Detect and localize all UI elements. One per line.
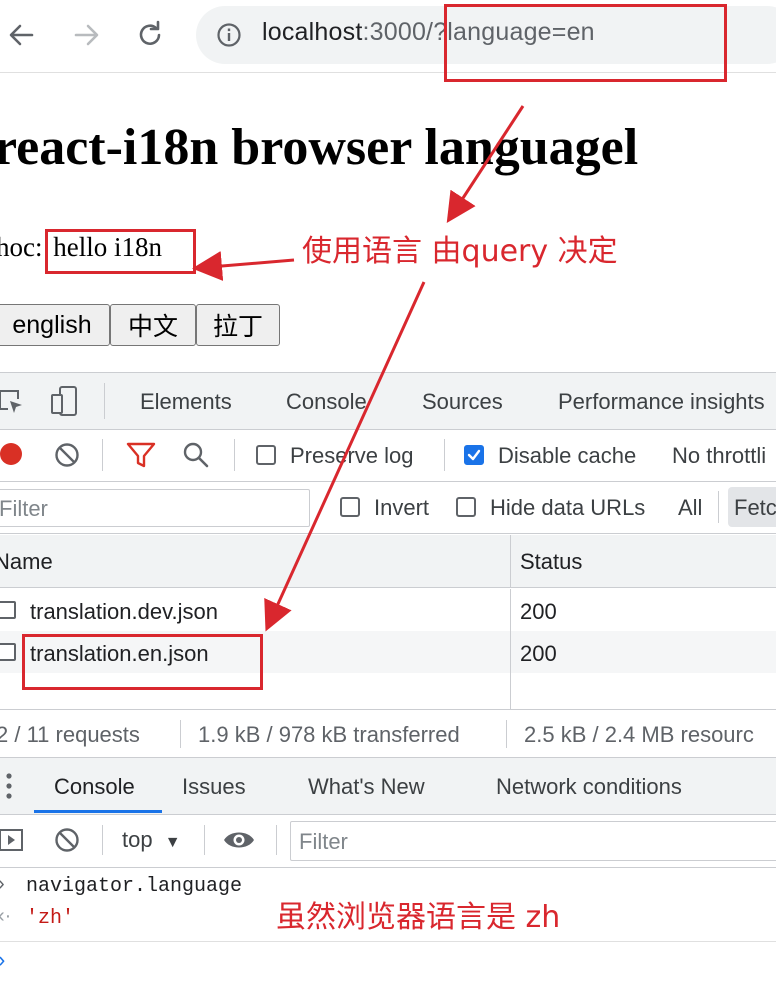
english-button[interactable]: english [0,304,110,346]
table-row[interactable]: translation.dev.json 200 [0,589,776,631]
network-filterbar: Filter Invert Hide data URLs All Fetc [0,481,776,534]
network-status-bar: 2 / 11 requests 1.9 kB / 978 kB transfer… [0,709,776,756]
clear-icon[interactable] [54,442,80,468]
preserve-log-label: Preserve log [290,443,414,468]
console-input-text: navigator.language [26,875,243,898]
url-host: localhost [262,18,363,46]
chinese-button[interactable]: 中文 [110,304,196,346]
resources-size: 2.5 kB / 2.4 MB resourc [524,722,754,747]
network-filter-input[interactable]: Filter [0,489,310,527]
hoc-text-highlight [45,229,196,274]
divider [104,383,105,419]
console-filter-input[interactable]: Filter [290,821,776,861]
drawer-tab-issues[interactable]: Issues [182,774,246,800]
disable-cache-label: Disable cache [498,443,637,468]
hide-data-urls-checkbox[interactable] [456,497,476,517]
transferred-size: 1.9 kB / 978 kB transferred [198,722,460,747]
forward-button[interactable] [68,16,106,54]
column-status[interactable]: Status [520,549,582,575]
devtools-tabbar: Elements Console Sources Performance ins… [0,373,776,430]
row-status: 200 [520,641,557,666]
page-heading: react-i18n browser languagel [0,119,639,176]
invert-label: Invert [374,495,430,520]
output-arrow-icon: ‹· [0,905,12,927]
prompt-chevron-icon: › [0,947,5,973]
divider [234,439,235,471]
invert-checkbox[interactable] [340,497,360,517]
reload-icon [139,20,161,45]
filter-funnel-icon[interactable] [126,441,156,469]
row-icon [0,601,16,619]
console-prompt-line[interactable]: › [0,943,776,983]
en-json-highlight [22,634,263,690]
tab-sources[interactable]: Sources [422,389,503,415]
arrow-left-icon [9,24,34,46]
column-name[interactable]: Name [0,549,53,575]
inspect-element-icon[interactable] [0,387,26,417]
column-divider [510,535,511,587]
divider [506,720,507,748]
device-toggle-icon[interactable] [48,385,80,417]
divider [444,439,445,471]
sidebar-toggle-icon[interactable] [0,827,24,853]
arrow-note-to-hoc [192,251,295,281]
info-icon[interactable] [216,22,242,48]
column-divider [510,631,511,673]
divider [180,720,181,748]
console-output-text: 'zh' [26,907,75,930]
requests-count: 2 / 11 requests [0,722,140,747]
column-divider [510,673,511,709]
filter-fetch-chip[interactable]: Fetc [728,487,776,527]
divider [276,825,277,855]
record-icon[interactable] [0,443,22,465]
context-select[interactable]: top ▼ [122,827,181,853]
column-divider [510,589,511,631]
row-status: 200 [520,599,557,624]
filter-fetch-label: Fetc [734,495,776,520]
divider [718,491,719,523]
url-query-highlight [444,4,727,82]
hide-data-urls-label: Hide data URLs [490,495,646,520]
preserve-log-checkbox[interactable] [256,445,276,465]
drawer-tab-network-conditions[interactable]: Network conditions [496,774,682,800]
caret-down-icon: ▼ [164,834,181,851]
hoc-prefix: hoc: [0,232,43,262]
more-vertical-icon[interactable] [4,772,14,800]
disable-cache-checkbox[interactable] [464,445,484,465]
input-prompt-icon: › [0,873,5,896]
drawer-tab-console[interactable]: Console [54,774,135,800]
url-port: :3000 [362,18,427,46]
network-toolbar: Preserve log Disable cache No throttli [0,429,776,482]
search-icon[interactable] [182,441,210,469]
filter-all[interactable]: All [678,495,702,521]
row-name: translation.dev.json [30,599,218,624]
filter-placeholder: Filter [0,496,48,521]
drawer-tabbar: Console Issues What's New Network condit… [0,757,776,815]
context-value: top [122,827,153,852]
tab-performance-insights[interactable]: Performance insights [558,389,765,415]
reload-button[interactable] [131,16,169,54]
back-button[interactable] [2,16,40,54]
tab-elements[interactable]: Elements [140,389,232,415]
console-toolbar: top ▼ Filter [0,813,776,868]
annotation-query-note: 使用语言 由query 决定 [302,234,618,269]
divider [204,825,205,855]
divider [102,439,103,471]
checkmark-icon [467,449,481,461]
throttling-select[interactable]: No throttli [672,443,766,469]
tab-console[interactable]: Console [286,389,367,415]
arrow-right-icon [74,24,99,46]
row-icon [0,643,16,661]
drawer-tab-whats-new[interactable]: What's New [308,774,425,800]
requests-table-header: Name Status [0,535,776,588]
clear-console-icon[interactable] [54,827,80,853]
divider [102,825,103,855]
eye-icon[interactable] [222,827,256,853]
console-filter-placeholder: Filter [299,829,348,854]
annotation-browser-note: 虽然浏览器语言是 zh [276,900,561,935]
latin-button[interactable]: 拉丁 [196,304,280,346]
